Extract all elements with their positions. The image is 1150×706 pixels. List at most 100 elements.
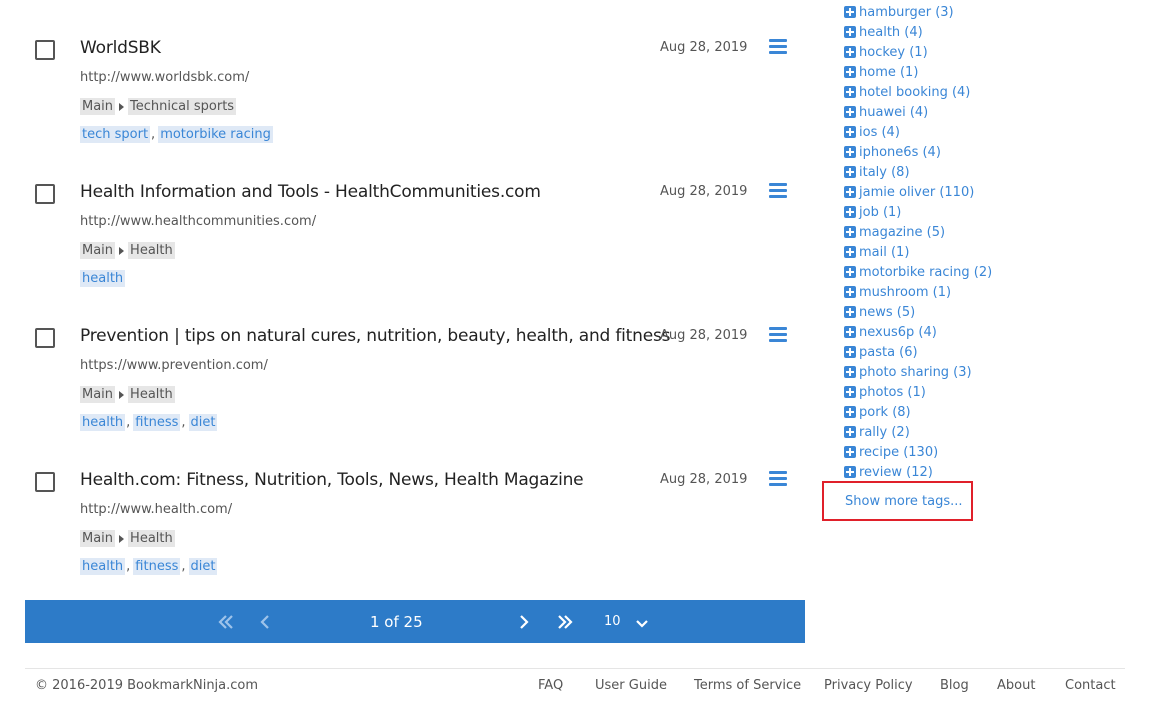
plus-square-icon[interactable] (844, 206, 856, 218)
sidebar-tag-item[interactable]: pork (8) (844, 402, 992, 422)
plus-square-icon[interactable] (844, 106, 856, 118)
bookmark-url[interactable]: http://www.healthcommunities.com/ (80, 214, 316, 229)
footer-link-about[interactable]: About (997, 678, 1035, 693)
footer-link-privacy[interactable]: Privacy Policy (824, 678, 913, 693)
plus-square-icon[interactable] (844, 46, 856, 58)
folder-segment[interactable]: Technical sports (128, 98, 237, 115)
folder-segment[interactable]: Main (80, 386, 116, 403)
plus-square-icon[interactable] (844, 226, 856, 238)
sidebar-tag-label[interactable]: photos (1) (859, 385, 926, 400)
sidebar-tag-item[interactable]: hockey (1) (844, 42, 992, 62)
bookmark-checkbox[interactable] (35, 472, 55, 492)
bookmark-url[interactable]: https://www.prevention.com/ (80, 358, 268, 373)
folder-segment[interactable]: Health (128, 242, 175, 259)
sidebar-tag-item[interactable]: photo sharing (3) (844, 362, 992, 382)
hamburger-menu-icon[interactable] (769, 39, 787, 54)
sidebar-tag-item[interactable]: pasta (6) (844, 342, 992, 362)
tag-chip[interactable]: diet (188, 558, 218, 575)
sidebar-tag-item[interactable]: magazine (5) (844, 222, 992, 242)
tag-chip[interactable]: health (80, 414, 126, 431)
sidebar-tag-label[interactable]: huawei (4) (859, 105, 928, 120)
plus-square-icon[interactable] (844, 326, 856, 338)
bookmark-title[interactable]: Health Information and Tools - HealthCom… (80, 182, 541, 202)
plus-square-icon[interactable] (844, 146, 856, 158)
plus-square-icon[interactable] (844, 246, 856, 258)
next-page-icon[interactable] (514, 600, 534, 643)
plus-square-icon[interactable] (844, 6, 856, 18)
sidebar-tag-label[interactable]: home (1) (859, 65, 918, 80)
plus-square-icon[interactable] (844, 466, 856, 478)
sidebar-tag-item[interactable]: huawei (4) (844, 102, 992, 122)
sidebar-tag-item[interactable]: mail (1) (844, 242, 992, 262)
bookmark-title[interactable]: WorldSBK (80, 38, 161, 58)
sidebar-tag-item[interactable]: recipe (130) (844, 442, 992, 462)
plus-square-icon[interactable] (844, 386, 856, 398)
folder-segment[interactable]: Health (128, 530, 175, 547)
sidebar-tag-label[interactable]: review (12) (859, 465, 933, 480)
sidebar-tag-item[interactable]: rally (2) (844, 422, 992, 442)
footer-link-faq[interactable]: FAQ (538, 678, 563, 693)
folder-segment[interactable]: Health (128, 386, 175, 403)
footer-link-contact[interactable]: Contact (1065, 678, 1116, 693)
tag-chip[interactable]: diet (188, 414, 218, 431)
sidebar-tag-item[interactable]: italy (8) (844, 162, 992, 182)
bookmark-url[interactable]: http://www.health.com/ (80, 502, 232, 517)
sidebar-tag-label[interactable]: hotel booking (4) (859, 85, 970, 100)
folder-segment[interactable]: Main (80, 98, 116, 115)
tag-chip[interactable]: motorbike racing (158, 126, 273, 143)
sidebar-tag-item[interactable]: job (1) (844, 202, 992, 222)
first-page-icon[interactable] (213, 600, 239, 643)
tag-chip[interactable]: health (80, 270, 126, 287)
sidebar-tag-label[interactable]: pasta (6) (859, 345, 918, 360)
sidebar-tag-label[interactable]: iphone6s (4) (859, 145, 941, 160)
bookmark-title[interactable]: Prevention | tips on natural cures, nutr… (80, 326, 670, 346)
sidebar-tag-label[interactable]: ios (4) (859, 125, 900, 140)
sidebar-tag-item[interactable]: iphone6s (4) (844, 142, 992, 162)
sidebar-tag-label[interactable]: nexus6p (4) (859, 325, 937, 340)
folder-segment[interactable]: Main (80, 530, 116, 547)
plus-square-icon[interactable] (844, 66, 856, 78)
sidebar-tag-label[interactable]: job (1) (859, 205, 901, 220)
plus-square-icon[interactable] (844, 366, 856, 378)
tag-chip[interactable]: tech sport (80, 126, 151, 143)
footer-link-user-guide[interactable]: User Guide (595, 678, 667, 693)
tag-chip[interactable]: fitness (133, 558, 181, 575)
sidebar-tag-item[interactable]: mushroom (1) (844, 282, 992, 302)
previous-page-icon[interactable] (255, 600, 275, 643)
sidebar-tag-label[interactable]: health (4) (859, 25, 923, 40)
sidebar-tag-label[interactable]: mail (1) (859, 245, 909, 260)
sidebar-tag-label[interactable]: hockey (1) (859, 45, 928, 60)
sidebar-tag-label[interactable]: news (5) (859, 305, 915, 320)
sidebar-tag-label[interactable]: recipe (130) (859, 445, 938, 460)
sidebar-tag-label[interactable]: hamburger (3) (859, 5, 954, 20)
plus-square-icon[interactable] (844, 166, 856, 178)
last-page-icon[interactable] (552, 600, 578, 643)
sidebar-tag-item[interactable]: review (12) (844, 462, 992, 482)
sidebar-tag-label[interactable]: magazine (5) (859, 225, 945, 240)
sidebar-tag-label[interactable]: motorbike racing (2) (859, 265, 992, 280)
folder-segment[interactable]: Main (80, 242, 116, 259)
show-more-tags-link[interactable]: Show more tags... (845, 494, 963, 509)
sidebar-tag-label[interactable]: mushroom (1) (859, 285, 951, 300)
sidebar-tag-label[interactable]: pork (8) (859, 405, 911, 420)
sidebar-tag-label[interactable]: photo sharing (3) (859, 365, 972, 380)
tag-chip[interactable]: fitness (133, 414, 181, 431)
sidebar-tag-item[interactable]: health (4) (844, 22, 992, 42)
sidebar-tag-label[interactable]: rally (2) (859, 425, 910, 440)
plus-square-icon[interactable] (844, 346, 856, 358)
sidebar-tag-item[interactable]: photos (1) (844, 382, 992, 402)
sidebar-tag-item[interactable]: hamburger (3) (844, 2, 992, 22)
plus-square-icon[interactable] (844, 426, 856, 438)
hamburger-menu-icon[interactable] (769, 471, 787, 486)
sidebar-tag-item[interactable]: motorbike racing (2) (844, 262, 992, 282)
tag-chip[interactable]: health (80, 558, 126, 575)
sidebar-tag-item[interactable]: home (1) (844, 62, 992, 82)
sidebar-tag-label[interactable]: jamie oliver (110) (859, 185, 974, 200)
plus-square-icon[interactable] (844, 186, 856, 198)
plus-square-icon[interactable] (844, 446, 856, 458)
sidebar-tag-item[interactable]: hotel booking (4) (844, 82, 992, 102)
hamburger-menu-icon[interactable] (769, 327, 787, 342)
bookmark-checkbox[interactable] (35, 184, 55, 204)
sidebar-tag-item[interactable]: nexus6p (4) (844, 322, 992, 342)
bookmark-url[interactable]: http://www.worldsbk.com/ (80, 70, 249, 85)
